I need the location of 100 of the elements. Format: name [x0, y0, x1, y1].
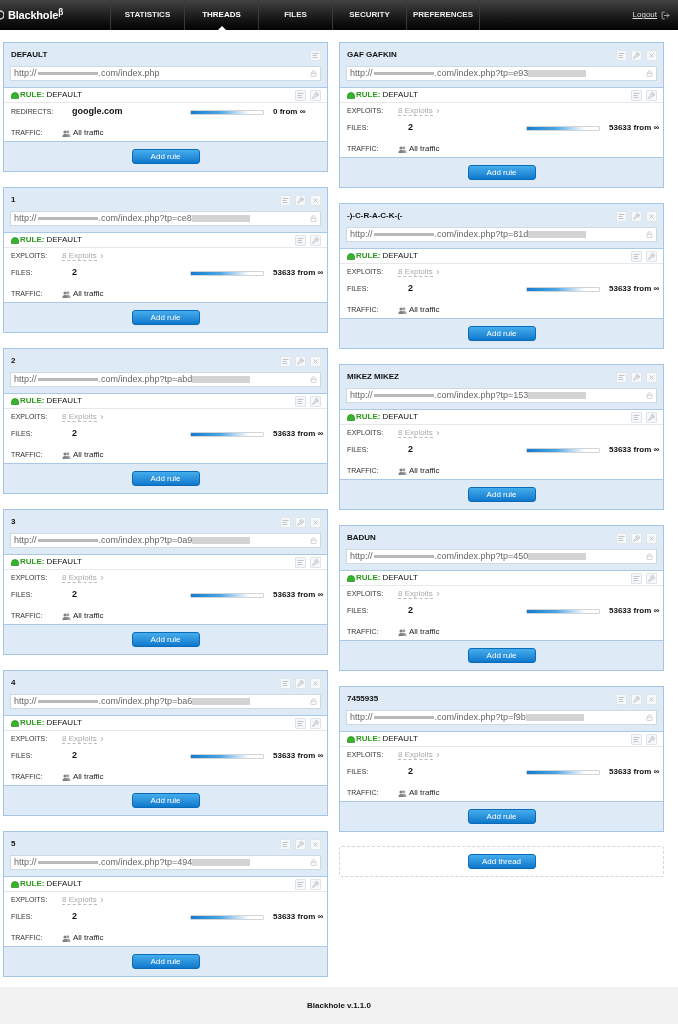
edit-button[interactable]	[295, 194, 306, 206]
edit-button[interactable]	[646, 250, 657, 262]
close-button[interactable]	[310, 194, 321, 206]
close-button[interactable]	[646, 532, 657, 544]
exploits-link[interactable]: 8 Exploits	[398, 750, 433, 760]
notes-button[interactable]	[616, 371, 627, 383]
nav-tab[interactable]: STATISTICS	[110, 0, 184, 30]
url-field[interactable]: http:// .com/index.php?tp=abd	[10, 372, 321, 387]
add-rule-button[interactable]: Add rule	[467, 326, 536, 341]
notes-button[interactable]	[631, 572, 642, 584]
exploits-link[interactable]: 8 Exploits	[62, 895, 97, 905]
exploits-link[interactable]: 8 Exploits	[62, 573, 97, 583]
notes-button[interactable]	[631, 733, 642, 745]
notes-button[interactable]	[280, 838, 291, 850]
edit-button[interactable]	[646, 572, 657, 584]
notes-button[interactable]	[280, 516, 291, 528]
edit-button[interactable]	[295, 838, 306, 850]
url-field[interactable]: http:// .com/index.php?tp=e93	[346, 66, 657, 81]
notes-button[interactable]	[280, 677, 291, 689]
nav-tab[interactable]: THREADS	[184, 0, 258, 30]
rule-dome-icon	[11, 236, 19, 244]
chevron-right-icon	[98, 253, 105, 259]
nav-tab[interactable]: SECURITY	[332, 0, 406, 30]
notes-button[interactable]	[295, 717, 306, 729]
notes-button[interactable]	[631, 411, 642, 423]
edit-button[interactable]	[310, 395, 321, 407]
url-field[interactable]: http:// .com/index.php	[10, 66, 321, 81]
notes-button[interactable]	[616, 49, 627, 61]
edit-button[interactable]	[631, 371, 642, 383]
add-rule-button[interactable]: Add rule	[131, 310, 200, 325]
exploits-link[interactable]: 8 Exploits	[62, 734, 97, 744]
close-button[interactable]	[646, 693, 657, 705]
edit-button[interactable]	[646, 733, 657, 745]
notes-button[interactable]	[616, 693, 627, 705]
traffic-value: All traffic	[409, 143, 440, 155]
notes-button[interactable]	[295, 395, 306, 407]
edit-button[interactable]	[631, 693, 642, 705]
add-rule-button[interactable]: Add rule	[467, 809, 536, 824]
progress-reading: 0 from ∞	[273, 106, 306, 118]
exploits-link[interactable]: 8 Exploits	[398, 106, 433, 116]
exploits-link[interactable]: 8 Exploits	[398, 589, 433, 599]
url-field[interactable]: http:// .com/index.php?tp=494	[10, 855, 321, 870]
add-rule-button[interactable]: Add rule	[131, 632, 200, 647]
url-field[interactable]: http:// .com/index.php?tp=153	[346, 388, 657, 403]
add-rule-button[interactable]: Add rule	[131, 793, 200, 808]
close-button[interactable]	[646, 371, 657, 383]
close-button[interactable]	[310, 516, 321, 528]
add-rule-button[interactable]: Add rule	[467, 487, 536, 502]
edit-button[interactable]	[646, 411, 657, 423]
notes-button[interactable]	[295, 234, 306, 246]
edit-button[interactable]	[310, 878, 321, 890]
notes-button[interactable]	[295, 878, 306, 890]
edit-button[interactable]	[310, 89, 321, 101]
close-button[interactable]	[310, 838, 321, 850]
edit-button[interactable]	[295, 355, 306, 367]
edit-button[interactable]	[646, 89, 657, 101]
url-field[interactable]: http:// .com/index.php?tp=ba6	[10, 694, 321, 709]
logout-link[interactable]: Logout	[632, 9, 657, 21]
edit-button[interactable]	[295, 516, 306, 528]
edit-button[interactable]	[631, 210, 642, 222]
exploits-link[interactable]: 8 Exploits	[62, 412, 97, 422]
add-rule-button[interactable]: Add rule	[131, 954, 200, 969]
url-field[interactable]: http:// .com/index.php?tp=ce8	[10, 211, 321, 226]
notes-button[interactable]	[631, 250, 642, 262]
add-rule-button[interactable]: Add rule	[131, 471, 200, 486]
add-thread-button[interactable]: Add thread	[467, 854, 536, 869]
url-field[interactable]: http:// .com/index.php?tp=f9b	[346, 710, 657, 725]
nav-tab[interactable]: FILES	[258, 0, 332, 30]
notes-button[interactable]	[295, 556, 306, 568]
notes-button[interactable]	[280, 194, 291, 206]
edit-button[interactable]	[631, 532, 642, 544]
edit-button[interactable]	[310, 234, 321, 246]
url-field[interactable]: http:// .com/index.php?tp=450	[346, 549, 657, 564]
add-rule-button[interactable]: Add rule	[131, 149, 200, 164]
edit-button[interactable]	[631, 49, 642, 61]
lock-icon	[310, 537, 317, 544]
url-field[interactable]: http:// .com/index.php?tp=81d	[346, 227, 657, 242]
close-button[interactable]	[646, 210, 657, 222]
nav-tab[interactable]: PREFERENCES	[406, 0, 480, 30]
notes-button[interactable]	[631, 89, 642, 101]
notes-button[interactable]	[280, 355, 291, 367]
notes-button[interactable]	[616, 532, 627, 544]
notes-button[interactable]	[616, 210, 627, 222]
exploits-link[interactable]: 8 Exploits	[398, 428, 433, 438]
close-button[interactable]	[310, 355, 321, 367]
add-rule-button[interactable]: Add rule	[467, 165, 536, 180]
close-button[interactable]	[310, 677, 321, 689]
exploits-link[interactable]: 8 Exploits	[398, 267, 433, 277]
edit-button[interactable]	[295, 677, 306, 689]
exploits-link[interactable]: 8 Exploits	[62, 251, 97, 261]
notes-button[interactable]	[295, 89, 306, 101]
redaction-bar	[373, 233, 434, 236]
url-field[interactable]: http:// .com/index.php?tp=0a9	[10, 533, 321, 548]
close-button[interactable]	[646, 49, 657, 61]
notes-button[interactable]	[310, 49, 321, 61]
lock-icon	[646, 70, 653, 77]
edit-button[interactable]	[310, 556, 321, 568]
edit-button[interactable]	[310, 717, 321, 729]
add-rule-button[interactable]: Add rule	[467, 648, 536, 663]
wrench-icon	[297, 840, 304, 848]
